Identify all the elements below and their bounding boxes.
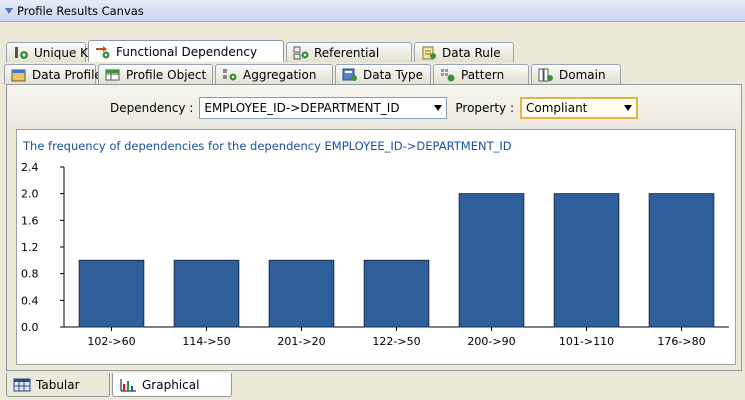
tab-label: Graphical [142,377,200,392]
chevron-down-icon [624,105,633,111]
x-tick-label: 176->80 [657,335,705,348]
pattern-icon [440,68,456,82]
tab-data-profile[interactable]: Data Profile [4,64,102,84]
tab-label: Referential [314,45,380,60]
tab-label: Profile Object [126,67,207,82]
property-label: Property : [455,101,515,115]
x-tick-label: 201->20 [277,335,325,348]
graphical-icon [119,378,137,392]
tab-unique-key[interactable]: Unique Key [6,42,102,62]
dependency-select-value: EMPLOYEE_ID->DEPARTMENT_ID [204,101,400,115]
tab-graphical[interactable]: Graphical [112,373,232,397]
y-tick-label: 2.0 [21,188,39,201]
bar [173,259,240,328]
y-tick-label: 0.8 [21,268,39,281]
y-tick-label: 0.4 [21,294,39,307]
bar-chart: 0.0 0.4 0.8 1.2 1.6 2.0 2.4 102->60 114->50 201->… [21,161,729,348]
tab-domain[interactable]: Domain [531,64,621,84]
x-tick-label: 200->90 [467,335,515,348]
chart-panel: The frequency of dependencies for the de… [16,129,736,365]
tab-referential[interactable]: Referential [286,42,412,62]
tabular-icon [13,378,31,392]
tab-data-type[interactable]: Data Type [335,64,431,84]
data-rule-icon [421,46,437,60]
bar [78,259,145,328]
property-select-value: Compliant [526,101,588,115]
profile-tabs-row-1: Unique Key Functional Dependency Referen… [0,40,514,62]
tab-label: Data Type [363,67,424,82]
collapse-triangle-icon[interactable] [5,7,13,14]
canvas-title: Profile Results Canvas [17,3,144,18]
y-tick-label: 0.0 [21,321,39,334]
canvas-title-bar: Profile Results Canvas [0,0,745,22]
tab-label: Tabular [36,377,80,392]
property-select[interactable]: Compliant [520,97,639,119]
referential-icon [293,46,309,60]
filter-toolbar: Dependency : EMPLOYEE_ID->DEPARTMENT_ID … [7,85,741,131]
x-tick-label: 122->50 [372,335,420,348]
domain-icon [538,68,554,82]
tab-functional-dependency[interactable]: Functional Dependency [88,40,284,62]
results-pane: Dependency : EMPLOYEE_ID->DEPARTMENT_ID … [6,84,742,371]
tab-label: Functional Dependency [116,44,258,59]
tab-label: Data Profile [32,67,102,82]
dependency-label: Dependency : [109,101,194,115]
data-profile-icon [11,68,27,82]
y-tick-label: 1.2 [21,241,39,254]
functional-dependency-icon [95,45,111,59]
x-tick-label: 114->50 [182,335,230,348]
y-tick-label: 1.6 [21,214,39,227]
tab-aggregation[interactable]: Aggregation [215,64,333,84]
y-tick-label: 2.4 [21,161,39,174]
aggregation-icon [222,68,238,82]
tab-label: Aggregation [243,67,317,82]
view-tabs: Tabular Graphical [6,373,234,397]
tab-label: Domain [559,67,606,82]
bar [363,259,430,328]
dependency-select[interactable]: EMPLOYEE_ID->DEPARTMENT_ID [199,97,448,119]
data-type-icon [342,68,358,82]
profile-tabs-row-2: Data Profile Profile Object Aggregation … [0,62,621,84]
x-tick-label: 101->110 [559,335,614,348]
tab-label: Pattern [461,67,505,82]
tab-tabular[interactable]: Tabular [6,373,110,397]
profile-object-icon [105,68,121,82]
tab-profile-object[interactable]: Profile Object [98,64,213,84]
bar [458,193,525,328]
x-tick-label: 102->60 [87,335,135,348]
bar [553,193,620,328]
chevron-down-icon [434,105,443,111]
tab-label: Data Rule [442,45,501,60]
tab-pattern[interactable]: Pattern [433,64,529,84]
tab-data-rule[interactable]: Data Rule [414,42,514,62]
bar [648,193,715,328]
unique-key-icon [13,46,29,60]
bar [268,259,335,328]
